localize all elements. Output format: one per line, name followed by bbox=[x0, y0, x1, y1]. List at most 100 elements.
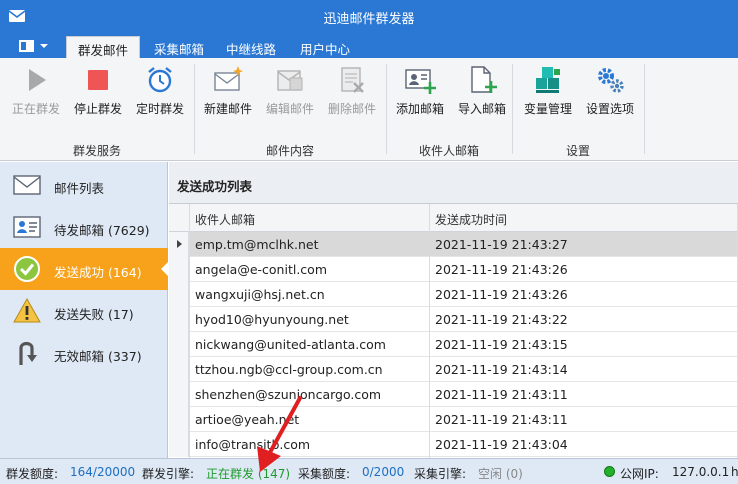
alarm-clock-icon bbox=[148, 67, 172, 93]
tab-collect-mail[interactable]: 采集邮箱 bbox=[146, 36, 212, 58]
sidebar-item-label: 待发邮箱 (7629) bbox=[54, 223, 150, 238]
table-row[interactable]: nickwang@united-atlanta.com 2021-11-19 21… bbox=[169, 332, 738, 357]
column-header-time[interactable]: 发送成功时间 bbox=[435, 211, 507, 228]
warning-icon bbox=[13, 297, 41, 323]
group-divider bbox=[386, 64, 387, 154]
collect-quota-value: 0/2000 bbox=[362, 465, 405, 479]
variable-management-button-label: 变量管理 bbox=[523, 102, 572, 116]
table-row[interactable]: shenzhen@szunioncargo.com 2021-11-19 21:4… bbox=[169, 382, 738, 407]
row-selector[interactable] bbox=[169, 232, 189, 257]
sending-button[interactable]: 正在群发 bbox=[6, 64, 66, 124]
tab-bulk-mail[interactable]: 群发邮件 bbox=[66, 36, 140, 58]
stop-sending-button[interactable]: 停止群发 bbox=[68, 64, 128, 124]
settings-options-button[interactable]: 设置选项 bbox=[580, 64, 640, 124]
sidebar-item-sent-success[interactable]: 发送成功 (164) bbox=[0, 248, 168, 290]
collect-engine-value: 空闲 (0) bbox=[478, 467, 523, 481]
active-indicator bbox=[161, 262, 168, 276]
table-row[interactable]: info@transitb.com 2021-11-19 21:43:04 bbox=[169, 432, 738, 457]
delete-mail-button-label: 删除邮件 bbox=[327, 102, 376, 116]
cell-email: nickwang@united-atlanta.com bbox=[195, 337, 386, 352]
row-selector[interactable] bbox=[169, 257, 189, 282]
group-divider bbox=[512, 64, 513, 154]
group-divider bbox=[644, 64, 645, 154]
cell-email: info@transitb.com bbox=[195, 437, 311, 452]
new-mail-button[interactable]: 新建邮件 bbox=[198, 64, 258, 124]
column-divider bbox=[429, 204, 430, 458]
new-mail-icon bbox=[214, 66, 243, 91]
contact-card-icon bbox=[13, 216, 41, 238]
play-icon bbox=[29, 69, 46, 91]
row-selector[interactable] bbox=[169, 407, 189, 432]
send-engine-label: 群发引擎: bbox=[142, 467, 195, 481]
row-selector[interactable] bbox=[169, 307, 189, 332]
status-trailing: h bbox=[731, 465, 738, 479]
cell-time: 2021-11-19 21:43:11 bbox=[435, 412, 568, 427]
edit-mail-button-label: 编辑邮件 bbox=[265, 102, 314, 116]
cell-email: angela@e-conitl.com bbox=[195, 262, 328, 277]
add-contact-icon bbox=[405, 69, 436, 94]
main-panel: 发送成功列表 收件人邮箱 发送成功时间 emp.tm@mclhk.net 2021… bbox=[169, 162, 738, 458]
group-label-settings: 设置 bbox=[565, 144, 590, 158]
cell-time: 2021-11-19 21:43:15 bbox=[435, 337, 568, 352]
app-menu-button[interactable] bbox=[10, 35, 54, 57]
sidebar-item-sent-failed[interactable]: 发送失败 (17) bbox=[0, 290, 168, 332]
delete-mail-button[interactable]: 删除邮件 bbox=[322, 64, 382, 124]
row-selector[interactable] bbox=[169, 432, 189, 457]
sidebar-item-mail-list[interactable]: 邮件列表 bbox=[0, 164, 168, 206]
grid-header: 收件人邮箱 发送成功时间 bbox=[169, 204, 738, 232]
return-arrow-icon bbox=[19, 341, 37, 365]
cell-email: hyod10@hyunyoung.net bbox=[195, 312, 349, 327]
stop-sending-button-label: 停止群发 bbox=[73, 102, 122, 116]
collect-engine-label: 采集引擎: bbox=[414, 467, 467, 481]
public-ip-label: 公网IP: bbox=[620, 467, 659, 481]
cell-time: 2021-11-19 21:43:04 bbox=[435, 437, 568, 452]
window-title: 迅迪邮件群发器 bbox=[323, 12, 415, 27]
panel-title: 发送成功列表 bbox=[169, 162, 738, 204]
ribbon-toolbar: 正在群发 停止群发 定时群发 群发服务 新建邮件 编辑邮件 删除邮件 邮件内容 … bbox=[0, 58, 738, 161]
table-row[interactable]: ttzhou.ngb@ccl-group.com.cn 2021-11-19 21… bbox=[169, 357, 738, 382]
check-circle-icon bbox=[14, 256, 40, 282]
network-status-indicator bbox=[604, 466, 615, 477]
table-row[interactable]: emp.tm@mclhk.net 2021-11-19 21:43:27 bbox=[169, 232, 738, 257]
import-file-icon bbox=[471, 66, 497, 93]
sidebar-item-invalid[interactable]: 无效邮箱 (337) bbox=[0, 332, 168, 374]
cell-time: 2021-11-19 21:43:26 bbox=[435, 287, 568, 302]
cell-time: 2021-11-19 21:43:22 bbox=[435, 312, 568, 327]
cell-time: 2021-11-19 21:43:26 bbox=[435, 262, 568, 277]
table-row[interactable]: angela@e-conitl.com 2021-11-19 21:43:26 bbox=[169, 257, 738, 282]
title-bar: 迅迪邮件群发器 bbox=[0, 0, 738, 32]
row-selector[interactable] bbox=[169, 332, 189, 357]
row-selector[interactable] bbox=[169, 282, 189, 307]
delete-mail-icon bbox=[341, 67, 364, 93]
row-selector[interactable] bbox=[169, 382, 189, 407]
scheduled-sending-button[interactable]: 定时群发 bbox=[130, 64, 190, 124]
sidebar: 邮件列表 待发邮箱 (7629) 发送成功 (164) 发送失败 (17) 无效… bbox=[0, 162, 168, 458]
table-row[interactable]: hyod10@hyunyoung.net 2021-11-19 21:43:22 bbox=[169, 307, 738, 332]
sidebar-item-label: 发送成功 (164) bbox=[54, 265, 142, 280]
cell-email: artioe@yeah.net bbox=[195, 412, 300, 427]
row-selector[interactable] bbox=[169, 357, 189, 382]
column-divider bbox=[189, 204, 190, 458]
sidebar-item-pending[interactable]: 待发邮箱 (7629) bbox=[0, 206, 168, 248]
tab-relay-lines[interactable]: 中继线路 bbox=[218, 36, 284, 58]
variable-management-button[interactable]: 变量管理 bbox=[518, 64, 578, 124]
public-ip-value: 127.0.0.1 bbox=[672, 465, 730, 479]
collect-quota-label: 采集额度: bbox=[298, 467, 351, 481]
import-mailbox-button[interactable]: 导入邮箱 bbox=[452, 64, 512, 124]
table-row[interactable]: artioe@yeah.net 2021-11-19 21:43:11 bbox=[169, 407, 738, 432]
table-row[interactable]: wangxuji@hsj.net.cn 2021-11-19 21:43:26 bbox=[169, 282, 738, 307]
add-mailbox-button[interactable]: 添加邮箱 bbox=[390, 64, 450, 124]
column-header-email[interactable]: 收件人邮箱 bbox=[195, 211, 255, 228]
send-engine-value: 正在群发 (147) bbox=[206, 467, 291, 481]
envelope-icon bbox=[13, 175, 41, 195]
current-row-indicator-icon bbox=[177, 240, 182, 248]
edit-mail-button[interactable]: 编辑邮件 bbox=[260, 64, 320, 124]
send-quota-value: 164/20000 bbox=[70, 465, 136, 479]
sidebar-item-label: 无效邮箱 (337) bbox=[54, 349, 142, 364]
menu-bar: 群发邮件 采集邮箱 中继线路 用户中心 bbox=[0, 32, 738, 58]
tab-user-center[interactable]: 用户中心 bbox=[292, 36, 358, 58]
import-mailbox-button-label: 导入邮箱 bbox=[457, 102, 506, 116]
group-label-recipient-mailbox: 收件人邮箱 bbox=[418, 144, 479, 158]
status-bar: 群发额度: 164/20000 群发引擎: 正在群发 (147) 采集额度: 0… bbox=[0, 458, 738, 484]
cell-email: shenzhen@szunioncargo.com bbox=[195, 387, 382, 402]
